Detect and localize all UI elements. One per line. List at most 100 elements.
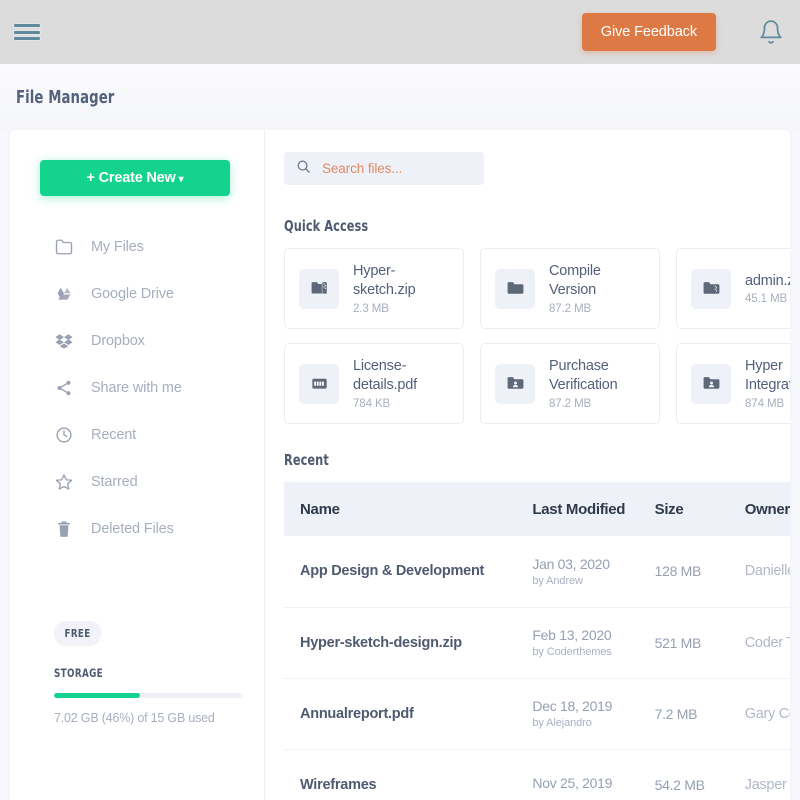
table-row[interactable]: Annualreport.pdf Dec 18, 2019 by Alejand… bbox=[284, 678, 790, 750]
cell-size: 7.2 MB bbox=[638, 678, 729, 750]
user-folder-icon bbox=[495, 363, 535, 404]
sidebar-item-google-drive[interactable]: Google Drive bbox=[10, 270, 264, 317]
create-new-button[interactable]: + Create New ▾ bbox=[40, 160, 230, 196]
column-header-size[interactable]: Size bbox=[638, 482, 729, 536]
page-header: File Manager bbox=[0, 64, 800, 130]
table-row[interactable]: Hyper-sketch-design.zip Feb 13, 2020 by … bbox=[284, 607, 790, 679]
cell-owner: Coder The bbox=[728, 607, 790, 679]
sidebar-item-label: Dropbox bbox=[91, 332, 145, 349]
quick-access-grid: Hyper-sketch.zip 2.3 MB Compile Version … bbox=[284, 248, 790, 424]
top-bar: Give Feedback bbox=[0, 0, 800, 64]
quick-access-size: 2.3 MB bbox=[353, 302, 389, 315]
quick-access-name: admin.zip bbox=[745, 272, 790, 289]
cell-last-modified: Jan 03, 2020 by Andrew bbox=[516, 536, 639, 608]
hamburger-bar bbox=[14, 37, 40, 40]
search-input[interactable] bbox=[322, 161, 472, 176]
quick-access-card[interactable]: Hyper-sketch.zip 2.3 MB bbox=[284, 248, 464, 329]
quick-access-name: Purchase Verification bbox=[549, 358, 618, 393]
modified-date: Nov 25, 2019 bbox=[532, 775, 613, 791]
search-bar[interactable] bbox=[284, 152, 484, 185]
cell-name: Annualreport.pdf bbox=[284, 678, 517, 750]
bell-icon bbox=[760, 20, 782, 44]
notifications-button[interactable] bbox=[742, 19, 800, 45]
quick-access-size: 87.2 MB bbox=[549, 302, 592, 315]
quick-access-meta: Hyper Integrations 874 MB bbox=[745, 357, 790, 409]
quick-access-card[interactable]: Hyper Integrations 874 MB bbox=[676, 343, 790, 424]
page-title: File Manager bbox=[16, 86, 115, 108]
hamburger-icon[interactable] bbox=[14, 22, 40, 42]
table-header-row: Name Last Modified Size Owner bbox=[284, 482, 790, 536]
give-feedback-button[interactable]: Give Feedback bbox=[581, 13, 716, 51]
quick-access-card[interactable]: Purchase Verification 87.2 MB bbox=[480, 343, 660, 424]
recent-files-table: Name Last Modified Size Owner App Design… bbox=[284, 482, 790, 800]
sidebar-item-recent[interactable]: Recent bbox=[10, 411, 264, 458]
file-name: Hyper-sketch-design.zip bbox=[300, 634, 462, 651]
file-size: 521 MB bbox=[654, 634, 702, 651]
zip-folder-icon bbox=[691, 268, 731, 309]
table-row[interactable]: App Design & Development Jan 03, 2020 by… bbox=[284, 536, 790, 608]
column-header-owner[interactable]: Owner bbox=[728, 482, 790, 536]
sidebar-item-starred[interactable]: Starred bbox=[10, 458, 264, 505]
content-area: Quick Access Hyper-sketch.zip 2.3 MB bbox=[265, 130, 790, 800]
storage-section: FREE STORAGE 7.02 GB (46%) of 15 GB used bbox=[54, 621, 242, 725]
table-row[interactable]: Wireframes Nov 25, 2019 54.2 MB Jasper R… bbox=[284, 749, 790, 800]
column-header-name[interactable]: Name bbox=[284, 482, 517, 536]
sidebar-item-label: Starred bbox=[91, 473, 138, 490]
quick-access-name: Compile Version bbox=[549, 263, 601, 298]
sidebar-item-deleted-files[interactable]: Deleted Files bbox=[10, 505, 264, 552]
quick-access-card[interactable]: License-details.pdf 784 KB bbox=[284, 343, 464, 424]
quick-access-title: Quick Access bbox=[284, 217, 369, 235]
quick-access-size: 45.1 MB bbox=[745, 293, 788, 306]
modified-date: Feb 13, 2020 bbox=[532, 627, 612, 643]
sidebar-item-label: Recent bbox=[91, 426, 137, 443]
trash-icon bbox=[54, 519, 73, 538]
column-header-last-modified[interactable]: Last Modified bbox=[516, 482, 639, 536]
create-new-label: + Create New bbox=[86, 170, 176, 186]
file-name: App Design & Development bbox=[300, 563, 485, 580]
search-icon bbox=[296, 159, 311, 179]
file-manager-card: + Create New ▾ My Files Google Drive Dro… bbox=[10, 130, 790, 800]
quick-access-card[interactable]: Compile Version 87.2 MB bbox=[480, 248, 660, 329]
table-body: App Design & Development Jan 03, 2020 by… bbox=[284, 536, 790, 800]
sidebar-item-label: Deleted Files bbox=[91, 520, 174, 537]
storage-progress-bar bbox=[54, 693, 242, 698]
google-drive-icon bbox=[54, 284, 73, 303]
cell-owner: Jasper Ric bbox=[728, 749, 790, 800]
quick-access-meta: Hyper-sketch.zip 2.3 MB bbox=[353, 262, 449, 314]
quick-access-meta: Compile Version 87.2 MB bbox=[549, 262, 645, 314]
top-bar-actions: Give Feedback bbox=[581, 0, 800, 64]
quick-access-card[interactable]: admin.zip 45.1 MB bbox=[676, 248, 790, 329]
chevron-down-icon: ▾ bbox=[178, 174, 184, 185]
cell-last-modified: Feb 13, 2020 by Coderthemes bbox=[516, 607, 639, 679]
sidebar-item-label: My Files bbox=[91, 238, 144, 255]
file-owner: Danielle Th bbox=[744, 563, 790, 580]
plan-badge: FREE bbox=[54, 621, 102, 646]
file-owner: Jasper Ric bbox=[744, 776, 790, 793]
quick-access-size: 87.2 MB bbox=[549, 397, 592, 410]
sidebar-item-my-files[interactable]: My Files bbox=[10, 223, 264, 270]
modified-date: Jan 03, 2020 bbox=[532, 555, 610, 572]
cell-owner: Danielle Th bbox=[728, 536, 790, 608]
zip-folder-icon bbox=[299, 268, 339, 309]
storage-usage-text: 7.02 GB (46%) of 15 GB used bbox=[54, 711, 215, 725]
cell-name: Hyper-sketch-design.zip bbox=[284, 607, 517, 679]
storage-progress-fill bbox=[54, 693, 141, 698]
dropbox-icon bbox=[54, 331, 73, 350]
sidebar: + Create New ▾ My Files Google Drive Dro… bbox=[10, 130, 265, 800]
quick-access-meta: Purchase Verification 87.2 MB bbox=[549, 357, 645, 409]
folder-icon bbox=[54, 237, 73, 256]
table-head: Name Last Modified Size Owner bbox=[284, 482, 790, 536]
modified-by: by Coderthemes bbox=[532, 646, 612, 658]
clock-icon bbox=[54, 425, 73, 444]
cell-size: 128 MB bbox=[638, 536, 729, 608]
modified-by: by Alejandro bbox=[532, 717, 592, 729]
cell-owner: Gary Cole bbox=[728, 678, 790, 750]
storage-label: STORAGE bbox=[54, 666, 103, 680]
sidebar-nav: My Files Google Drive Dropbox Share with… bbox=[10, 223, 264, 552]
sidebar-item-label: Share with me bbox=[91, 379, 182, 396]
hamburger-bar bbox=[14, 30, 40, 34]
sidebar-item-dropbox[interactable]: Dropbox bbox=[10, 317, 264, 364]
sidebar-item-share-with-me[interactable]: Share with me bbox=[10, 364, 264, 411]
cell-name: Wireframes bbox=[284, 749, 517, 800]
cell-size: 521 MB bbox=[638, 607, 729, 679]
